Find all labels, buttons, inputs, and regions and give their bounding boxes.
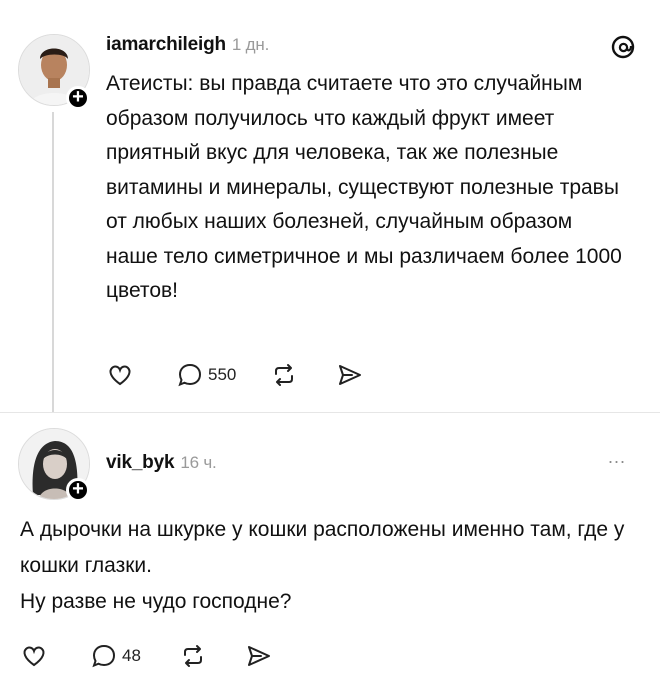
post-username[interactable]: vik_byk 16 ч. [106,452,217,474]
send-icon [339,365,362,385]
post-actions: 550 [106,360,364,390]
post-text: Атеисты: вы правда считаете что это случ… [106,72,622,302]
post-divider [0,412,660,413]
reply-button[interactable]: 550 [176,361,236,389]
repost-icon [183,645,202,667]
thread-connector-line [52,112,54,412]
share-button[interactable] [245,642,273,670]
post-time: 16 ч. [180,453,217,472]
repost-button[interactable] [270,361,298,389]
repost-icon [275,364,294,386]
post-text: А дырочки на шкурке у кошки расположены … [20,512,645,620]
reply-count: 48 [122,646,141,665]
share-button[interactable] [336,361,364,389]
comment-icon [92,644,116,668]
username-text[interactable]: vik_byk [106,452,175,473]
heart-icon [23,646,45,667]
like-button[interactable] [20,642,48,670]
reply-button[interactable]: 48 [90,642,141,670]
username-text[interactable]: iamarchileigh [106,34,226,55]
post-text-line: Ну разве не чудо господне? [20,590,292,613]
more-options-button[interactable]: ... [608,447,626,468]
post-text-line: А дырочки на шкурке у кошки расположены … [20,518,625,577]
comment-icon [178,363,202,387]
post-time: 1 дн. [231,35,270,54]
post-username[interactable]: iamarchileigh 1 дн. [106,34,269,56]
post-actions: 48 [20,641,273,671]
like-button[interactable] [106,361,134,389]
follow-plus-button[interactable]: + [66,478,90,502]
repost-button[interactable] [179,642,207,670]
follow-plus-button[interactable]: + [66,86,90,110]
threads-logo-icon[interactable] [610,34,636,60]
reply-count: 550 [208,365,237,384]
send-icon [247,646,270,666]
heart-icon [109,365,131,386]
